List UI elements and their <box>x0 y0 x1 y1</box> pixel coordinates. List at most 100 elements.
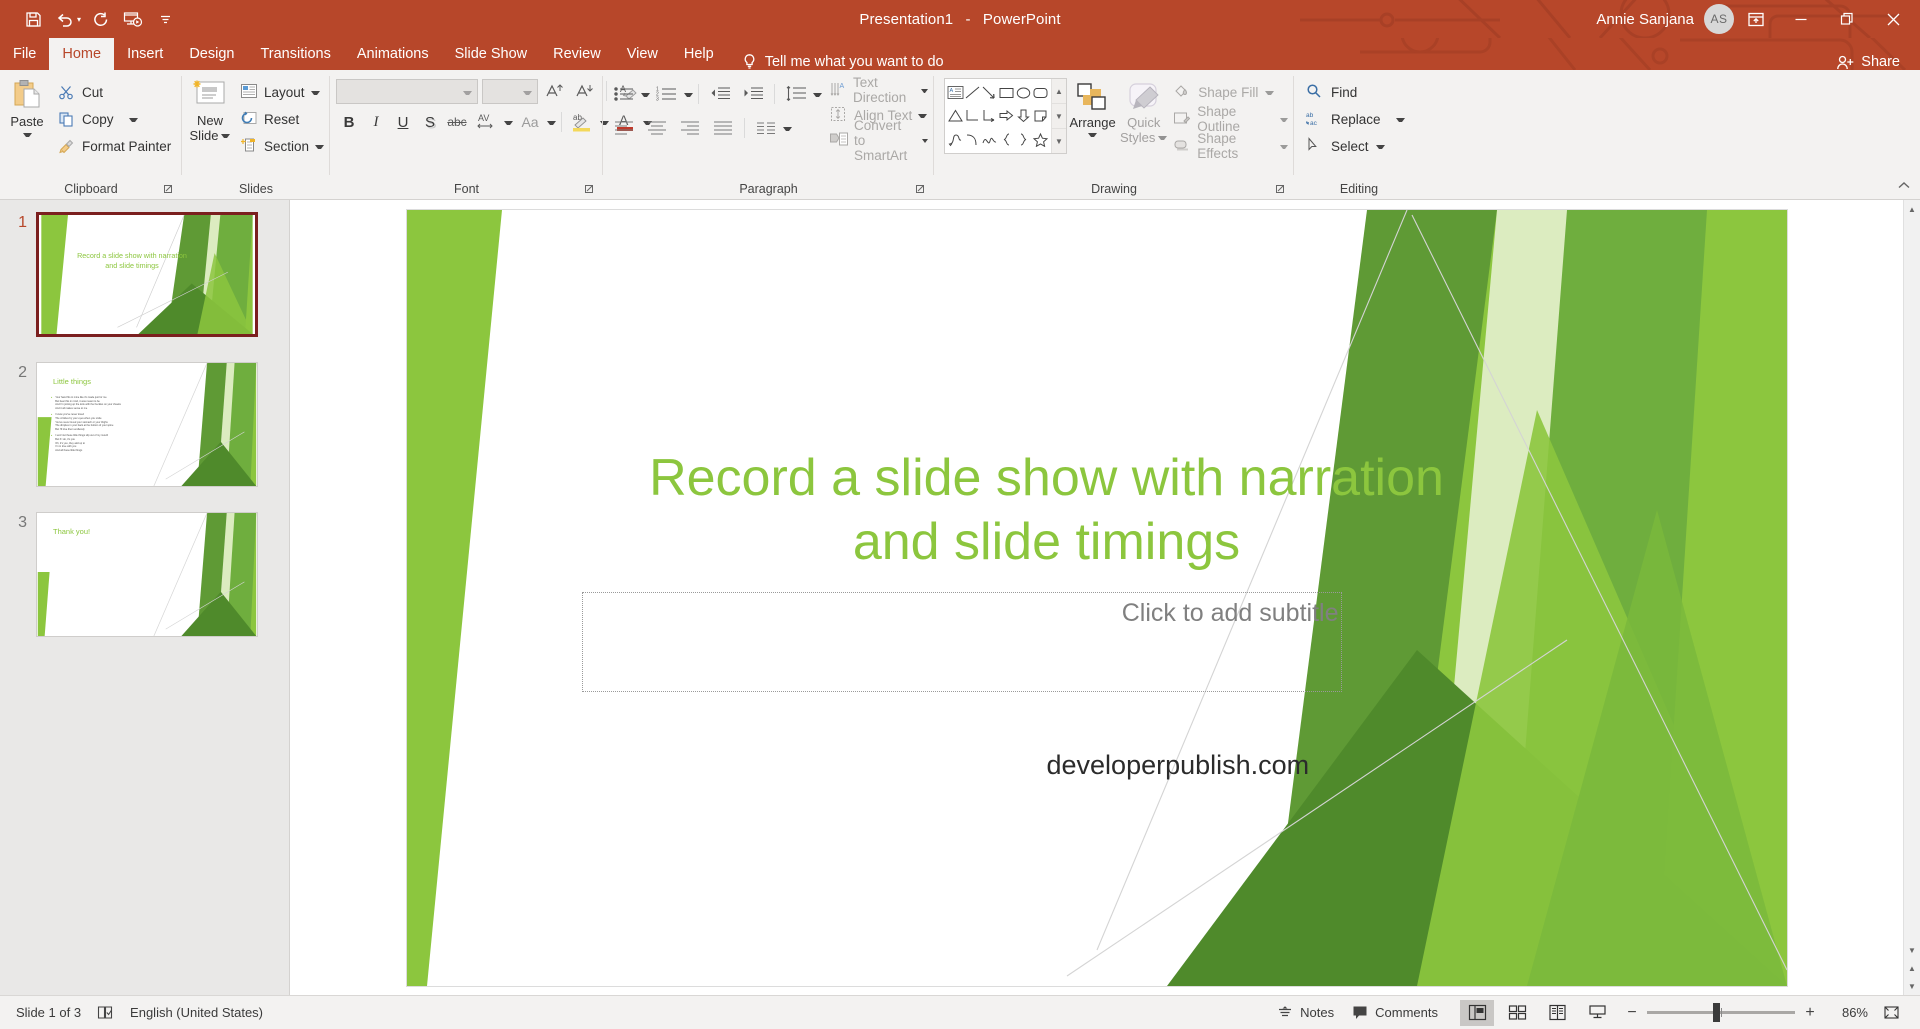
arrange-caret-icon[interactable] <box>1088 130 1097 139</box>
shapes-gallery-scrollbar[interactable]: ▲ ▼ ▼ <box>1051 79 1066 153</box>
character-spacing-button[interactable]: AV <box>471 109 503 135</box>
tab-review[interactable]: Review <box>540 38 614 70</box>
font-name-caret-icon[interactable] <box>463 87 472 96</box>
tab-home[interactable]: Home <box>49 38 115 70</box>
shape-down-arrow[interactable] <box>1015 104 1032 127</box>
tab-view[interactable]: View <box>614 38 671 70</box>
numbering-button[interactable]: 1 2 3 <box>651 81 683 107</box>
thumbnail-preview[interactable]: Record a slide show with narration and s… <box>36 212 258 337</box>
shape-right-brace[interactable] <box>1015 128 1032 151</box>
slide-indicator[interactable]: Slide 1 of 3 <box>16 1005 81 1020</box>
section-button[interactable]: Section <box>238 134 330 158</box>
slide-show-view-button[interactable] <box>1580 1000 1614 1026</box>
paste-caret-icon[interactable] <box>23 130 32 139</box>
zoom-out-button[interactable]: − <box>1626 1004 1638 1022</box>
shape-elbow-arrow-connector[interactable] <box>981 104 998 127</box>
slide-subtitle-placeholder[interactable]: Click to add subtitle <box>581 591 1342 692</box>
quick-styles-caret-icon[interactable] <box>1158 133 1167 142</box>
share-button[interactable]: Share <box>1837 54 1920 70</box>
thumbnail-item-2[interactable]: 2 Little things ▸ Your hand fits in mine… <box>0 362 289 512</box>
format-painter-button[interactable]: Format Painter <box>54 134 177 158</box>
change-case-caret-icon[interactable] <box>547 118 556 127</box>
shapes-scroll-down-icon[interactable]: ▼ <box>1052 104 1066 129</box>
slide-canvas[interactable]: Record a slide show with narration and s… <box>406 209 1787 986</box>
italic-button[interactable]: I <box>363 109 389 135</box>
text-highlight-color-button[interactable]: ab <box>567 109 599 135</box>
thumbnail-item-1[interactable]: 1 Record a slide show with narration and… <box>0 212 289 362</box>
shape-fill-button[interactable]: Shape Fill <box>1169 80 1294 104</box>
columns-caret-icon[interactable] <box>783 124 792 133</box>
bold-button[interactable]: B <box>336 109 362 135</box>
undo-dropdown-caret[interactable]: ▾ <box>77 15 84 24</box>
convert-to-smartart-button[interactable]: Convert to SmartArt <box>827 118 934 163</box>
increase-indent-button[interactable] <box>737 81 769 107</box>
bullets-button[interactable] <box>608 81 640 107</box>
zoom-slider[interactable]: − + <box>1620 1003 1822 1022</box>
font-size-combobox[interactable] <box>482 78 538 104</box>
slide-sorter-view-button[interactable] <box>1500 1000 1534 1026</box>
next-slide-icon[interactable]: ▼ <box>1904 977 1920 995</box>
thumbnail-preview[interactable]: Thank you! <box>36 512 258 637</box>
tab-animations[interactable]: Animations <box>344 38 442 70</box>
minimize-button[interactable] <box>1778 0 1824 38</box>
replace-button[interactable]: ab ac Replace <box>1302 107 1411 131</box>
slide-title-placeholder[interactable]: Record a slide show with narration and s… <box>647 446 1447 574</box>
arrange-button[interactable]: Arrange <box>1067 75 1118 139</box>
tab-transitions[interactable]: Transitions <box>247 38 343 70</box>
thumbnail-preview[interactable]: Little things ▸ Your hand fits in mine l… <box>36 362 258 487</box>
quick-styles-button[interactable]: Quick Styles <box>1118 75 1169 145</box>
thumbnail-item-3[interactable]: 3 Thank you! <box>0 512 289 662</box>
shape-line[interactable] <box>964 81 981 104</box>
scroll-down-icon[interactable]: ▼ <box>1904 941 1920 959</box>
shape-curve[interactable] <box>964 128 981 151</box>
tab-insert[interactable]: Insert <box>114 38 176 70</box>
layout-button[interactable]: Layout <box>238 80 330 104</box>
align-left-button[interactable] <box>608 115 640 141</box>
shape-rounded-rectangle[interactable] <box>1032 81 1049 104</box>
shape-freeform[interactable] <box>981 128 998 151</box>
shapes-scroll-up-icon[interactable]: ▲ <box>1052 79 1066 104</box>
close-button[interactable] <box>1870 0 1916 38</box>
paragraph-dialog-launcher[interactable] <box>915 183 929 197</box>
zoom-in-button[interactable]: + <box>1804 1004 1816 1022</box>
redo-icon[interactable] <box>86 5 116 33</box>
normal-view-button[interactable] <box>1460 999 1494 1026</box>
tell-me-search[interactable]: Tell me what you want to do <box>727 53 944 70</box>
line-spacing-button[interactable] <box>780 81 812 107</box>
new-slide-button[interactable]: New Slide <box>182 75 238 143</box>
shape-triangle[interactable] <box>947 104 964 127</box>
scroll-track[interactable] <box>1903 218 1920 941</box>
slide-vertical-scrollbar[interactable]: ▲ ▼ ▲ ▼ <box>1903 200 1920 995</box>
reset-button[interactable]: Reset <box>238 107 330 131</box>
zoom-track[interactable] <box>1647 1003 1795 1022</box>
shape-oval[interactable] <box>1015 81 1032 104</box>
ribbon-display-options-icon[interactable] <box>1734 0 1778 38</box>
text-direction-button[interactable]: A Text Direction <box>827 75 934 105</box>
spell-check-button[interactable] <box>97 1005 114 1020</box>
shape-rectangle[interactable] <box>998 81 1015 104</box>
shape-right-arrow[interactable] <box>998 104 1015 127</box>
bullets-caret-icon[interactable] <box>641 90 650 99</box>
scroll-up-icon[interactable]: ▲ <box>1904 200 1920 218</box>
columns-button[interactable] <box>750 115 782 141</box>
shape-outline-caret-icon[interactable] <box>1280 115 1288 124</box>
shape-arrow[interactable] <box>981 81 998 104</box>
shapes-gallery[interactable]: A ▲ ▼ ▼ <box>944 78 1067 154</box>
shape-elbow-connector[interactable] <box>964 104 981 127</box>
select-caret-icon[interactable] <box>1376 142 1385 151</box>
select-button[interactable]: Select <box>1302 134 1411 158</box>
align-center-button[interactable] <box>641 115 673 141</box>
shapes-gallery-more-icon[interactable]: ▼ <box>1052 129 1066 153</box>
notes-button[interactable]: Notes <box>1277 1005 1346 1020</box>
shape-star[interactable] <box>1032 128 1049 151</box>
previous-slide-icon[interactable]: ▲ <box>1904 959 1920 977</box>
copy-caret-icon[interactable] <box>129 115 138 124</box>
shape-folded-corner[interactable] <box>1032 104 1049 127</box>
smartart-caret-icon[interactable] <box>922 136 928 145</box>
undo-icon[interactable] <box>50 5 80 33</box>
numbering-caret-icon[interactable] <box>684 90 693 99</box>
text-direction-caret-icon[interactable] <box>921 86 928 95</box>
zoom-level[interactable]: 86% <box>1828 1005 1868 1020</box>
font-dialog-launcher[interactable] <box>584 183 598 197</box>
shape-effects-button[interactable]: Shape Effects <box>1169 131 1294 161</box>
